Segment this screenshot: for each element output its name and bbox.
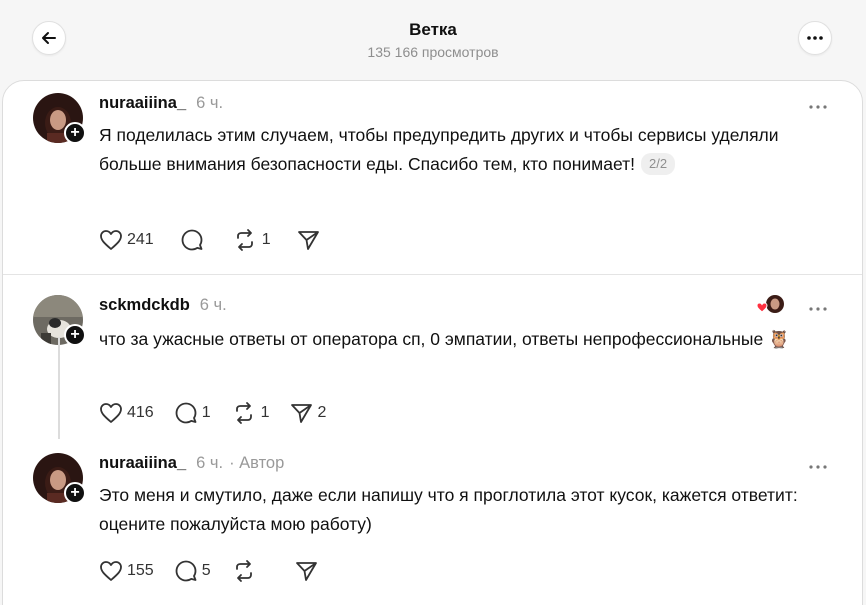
thread-pager: 2/2 <box>640 153 676 175</box>
more-horizontal-icon <box>807 36 823 40</box>
author-tag: · Автор <box>229 454 285 472</box>
heart-icon <box>100 561 122 581</box>
post-meta: nuraaiiina_ 6 ч. · Автор <box>99 454 284 476</box>
reply-button[interactable]: 5 <box>174 559 211 583</box>
comment-icon <box>175 560 197 582</box>
username[interactable]: nuraaiiina_ <box>99 94 186 113</box>
timestamp[interactable]: 6 ч. <box>196 94 223 113</box>
send-icon <box>297 231 319 250</box>
page-title: Ветка <box>409 20 457 39</box>
post-text: Это меня и смутило, даже если напишу что… <box>99 481 819 539</box>
post-meta: sckmdckdb 6 ч. <box>99 296 227 318</box>
like-count: 241 <box>127 231 154 248</box>
like-button[interactable]: 155 <box>99 560 154 582</box>
post-menu-button[interactable] <box>807 97 829 111</box>
share-count: 2 <box>317 404 327 421</box>
reply-count: 5 <box>201 562 211 579</box>
username[interactable]: nuraaiiina_ <box>99 454 186 473</box>
post-body: что за ужасные ответы от оператора сп, 0… <box>99 329 764 349</box>
more-button[interactable] <box>798 21 832 55</box>
more-horizontal-icon <box>809 105 827 109</box>
follow-button[interactable]: + <box>64 122 86 144</box>
more-horizontal-icon <box>809 465 827 469</box>
comment-icon <box>181 229 203 251</box>
repost-button[interactable]: 1 <box>231 401 270 425</box>
thread-header: Ветка 135 166 просмотров <box>0 0 866 82</box>
timestamp[interactable]: 6 ч. <box>200 296 227 315</box>
more-horizontal-icon <box>809 307 827 311</box>
comment-icon <box>175 402 197 424</box>
repost-icon <box>235 560 252 582</box>
repost-button[interactable]: 1 <box>232 228 271 252</box>
post-text: что за ужасные ответы от оператора сп, 0… <box>99 325 819 354</box>
plus-icon: + <box>70 326 80 343</box>
post-menu-button[interactable] <box>807 299 829 313</box>
share-button[interactable] <box>297 229 325 251</box>
heart-icon <box>100 230 122 250</box>
timestamp[interactable]: 6 ч. <box>196 454 223 473</box>
repost-icon <box>235 402 252 424</box>
divider <box>3 274 862 275</box>
like-count: 155 <box>127 562 154 579</box>
repost-count: 1 <box>260 404 270 421</box>
reply-button[interactable]: 1 <box>174 401 211 425</box>
heart-icon <box>100 403 122 423</box>
share-button[interactable]: 2 <box>290 402 327 424</box>
owl-emoji: 🦉 <box>768 329 790 349</box>
post-text: Я поделилась этим случаем, чтобы предупр… <box>99 121 819 179</box>
share-button[interactable] <box>295 560 323 582</box>
repost-count: 1 <box>261 231 271 248</box>
action-bar: 416 1 1 2 <box>99 400 346 426</box>
thread-line <box>58 337 60 439</box>
plus-icon: + <box>70 124 80 141</box>
send-icon <box>290 404 312 423</box>
send-icon <box>295 562 317 581</box>
follow-button[interactable]: + <box>64 482 86 504</box>
reply-count: 1 <box>201 404 211 421</box>
post-body: Я поделилась этим случаем, чтобы предупр… <box>99 125 779 174</box>
reply-button[interactable] <box>180 228 208 252</box>
liked-by-author-indicator <box>756 293 785 315</box>
like-count: 416 <box>127 404 154 421</box>
view-count: 135 166 просмотров <box>367 44 499 60</box>
plus-icon: + <box>70 484 80 501</box>
thread-card: + nuraaiiina_ 6 ч. Я поделилась этим слу… <box>2 80 863 605</box>
post-menu-button[interactable] <box>807 457 829 471</box>
heart-icon <box>756 302 768 313</box>
repost-button[interactable] <box>231 559 261 583</box>
follow-button[interactable]: + <box>64 324 86 346</box>
like-button[interactable]: 241 <box>99 229 154 251</box>
post-body: Это меня и смутило, даже если напишу что… <box>99 485 798 534</box>
username[interactable]: sckmdckdb <box>99 296 190 315</box>
action-bar: 241 1 <box>99 227 345 253</box>
like-button[interactable]: 416 <box>99 402 154 424</box>
action-bar: 155 5 <box>99 558 343 584</box>
post-meta: nuraaiiina_ 6 ч. <box>99 94 223 116</box>
repost-icon <box>236 229 253 251</box>
